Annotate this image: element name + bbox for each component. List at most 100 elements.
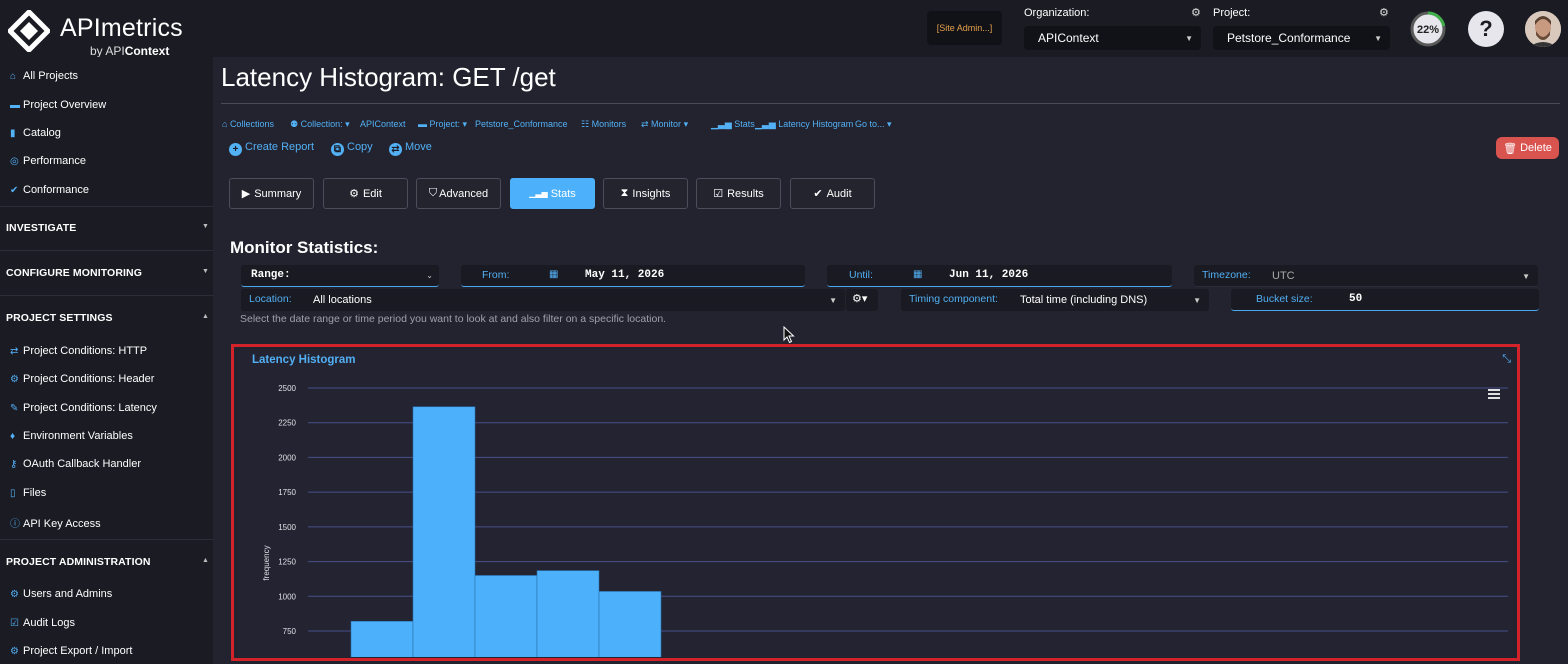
sidebar-item-users-admins[interactable]: ⚙ Users and Admins: [10, 588, 112, 600]
section-investigate[interactable]: INVESTIGATE ▼: [6, 222, 209, 234]
histogram-bar[interactable]: [412, 406, 476, 657]
organization-gear-icon[interactable]: ⚙: [1191, 6, 1201, 19]
latency-histogram-panel: Latency Histogram ⤡ 750 1000 1250 1500 1750 2…: [231, 344, 1520, 661]
y-tick-label: 1000: [278, 592, 296, 601]
chevron-up-icon: ▲: [201, 313, 209, 320]
histogram-bar[interactable]: [536, 570, 600, 657]
tab-edit[interactable]: ⚙ Edit: [323, 178, 408, 209]
gear-icon: ⚙: [10, 589, 19, 600]
organization-value: APIContext: [1038, 31, 1099, 45]
range-select[interactable]: Range: ⌄: [241, 265, 439, 287]
breadcrumb-stats[interactable]: ▁▃▅ Stats: [711, 119, 755, 130]
histogram-bar[interactable]: [598, 591, 662, 657]
until-value: Jun 11, 2026: [949, 269, 1029, 281]
mouse-cursor-icon: [783, 326, 795, 344]
sidebar-item-audit-logs[interactable]: ☑ Audit Logs: [10, 617, 75, 629]
create-report-button[interactable]: + Create Report: [229, 141, 314, 156]
timing-component-value: Total time (including DNS): [1020, 294, 1148, 306]
breadcrumb-goto[interactable]: Go to... ▾: [855, 119, 892, 130]
sidebar-item-environment-variables[interactable]: ♦ Environment Variables: [10, 430, 133, 442]
chart-menu-icon[interactable]: [1488, 389, 1500, 399]
logo-subtitle: by APIContext: [90, 44, 170, 58]
project-value: Petstore_Conformance: [1227, 31, 1351, 45]
sidebar-item-conditions-http[interactable]: ⇄ Project Conditions: HTTP: [10, 345, 147, 357]
copy-button[interactable]: ⧉ Copy: [331, 141, 373, 156]
from-field[interactable]: From: ▦ May 11, 2026: [461, 265, 805, 287]
delete-button[interactable]: 🗑 Delete: [1496, 137, 1559, 159]
location-settings-button[interactable]: ⚙▾: [846, 289, 878, 311]
calendar-icon[interactable]: ▦: [549, 269, 558, 280]
sidebar-item-performance[interactable]: ◎ Performance: [10, 155, 86, 167]
calendar-icon[interactable]: ▦: [913, 269, 922, 280]
tab-summary[interactable]: ▶ Summary: [229, 178, 314, 209]
location-select[interactable]: Location: All locations ▼: [241, 289, 845, 311]
breadcrumb-latency-histogram[interactable]: ▁▃▅ Latency Histogram: [755, 119, 853, 130]
breadcrumb-project-value[interactable]: Petstore_Conformance: [475, 119, 568, 129]
breadcrumb-collections[interactable]: ⌂ Collections: [222, 119, 274, 129]
file-icon: ▯: [10, 488, 16, 499]
timezone-value: UTC: [1272, 270, 1295, 282]
divider: [0, 539, 213, 540]
organization-label: Organization:: [1024, 7, 1090, 19]
section-project-settings[interactable]: PROJECT SETTINGS ▲: [6, 312, 209, 324]
tab-results[interactable]: ☑ Results: [696, 178, 781, 209]
chevron-down-icon: ▼: [1374, 34, 1382, 43]
breadcrumb-project[interactable]: ▬ Project: ▾: [418, 119, 467, 130]
timing-component-select[interactable]: Timing component: Total time (including …: [901, 289, 1209, 311]
info-icon: ⓘ: [10, 519, 20, 530]
y-tick-label: 2250: [278, 419, 296, 428]
tab-advanced[interactable]: ⛉ Advanced: [416, 178, 501, 209]
y-tick-label: 750: [283, 627, 297, 636]
help-button[interactable]: ?: [1468, 11, 1504, 47]
sidebar-item-files[interactable]: ▯ Files: [10, 487, 46, 499]
y-tick-label: 1500: [278, 523, 296, 532]
histogram-plot: 750 1000 1250 1500 1750 2000 2250 2500 frequency: [262, 384, 1508, 657]
location-label: Location:: [249, 293, 292, 305]
range-label: Range:: [251, 269, 291, 281]
logo-title: APImetrics: [60, 14, 183, 42]
user-avatar-icon: [1525, 11, 1561, 47]
section-project-administration[interactable]: PROJECT ADMINISTRATION ▲: [6, 556, 209, 568]
histogram-bar[interactable]: [350, 620, 414, 657]
breadcrumb-collection-value[interactable]: APIContext: [360, 119, 406, 129]
gauge-text: 22%: [1417, 24, 1439, 36]
sidebar-item-catalog[interactable]: ▮ Catalog: [10, 127, 61, 139]
tab-stats[interactable]: ▁▃▅ Stats: [510, 178, 595, 209]
organization-select[interactable]: APIContext ▼: [1024, 26, 1201, 50]
sidebar-item-oauth-callback[interactable]: ⚷ OAuth Callback Handler: [10, 458, 141, 470]
breadcrumb-monitor[interactable]: ⇄ Monitor ▾: [641, 119, 688, 130]
chevron-down-icon: ▼: [201, 268, 209, 275]
sidebar-item-all-projects[interactable]: ⌂ All Projects: [10, 70, 78, 82]
tab-audit[interactable]: ✔ Audit: [790, 178, 875, 209]
move-button[interactable]: ⇄ Move: [389, 141, 432, 156]
sidebar-item-conformance[interactable]: ✔ Conformance: [10, 184, 89, 196]
tab-insights[interactable]: ⧗ Insights: [603, 178, 688, 209]
move-icon: ⇄: [389, 143, 402, 156]
bucket-size-label: Bucket size:: [1256, 293, 1313, 305]
bucket-size-value[interactable]: 50: [1349, 293, 1362, 305]
sidebar-item-api-key-access[interactable]: ⓘ API Key Access: [10, 515, 101, 530]
divider: [0, 250, 213, 251]
usage-gauge[interactable]: 22%: [1410, 11, 1446, 47]
section-configure-monitoring[interactable]: CONFIGURE MONITORING ▼: [6, 267, 209, 279]
bucket-size-field[interactable]: Bucket size: 50: [1231, 289, 1539, 311]
apimetrics-logo[interactable]: APImetrics by APIContext: [8, 8, 208, 58]
exchange-icon: ⇄: [10, 346, 19, 357]
histogram-bar[interactable]: [474, 575, 538, 657]
until-field[interactable]: Until: ▦ Jun 11, 2026: [827, 265, 1172, 287]
site-admin-button[interactable]: [Site Admin...]: [927, 11, 1002, 45]
breadcrumb-monitors[interactable]: ☷ Monitors: [581, 119, 626, 130]
project-gear-icon[interactable]: ⚙: [1379, 6, 1389, 19]
project-label: Project:: [1213, 7, 1251, 19]
sidebar-item-conditions-header[interactable]: ⚙ Project Conditions: Header: [10, 373, 154, 385]
until-label: Until:: [849, 269, 873, 281]
sidebar-item-project-overview[interactable]: ▬ Project Overview: [10, 99, 106, 111]
sidebar-item-export-import[interactable]: ⚙ Project Export / Import: [10, 645, 132, 657]
avatar[interactable]: [1525, 11, 1561, 47]
sidebar-item-conditions-latency[interactable]: ✎ Project Conditions: Latency: [10, 402, 157, 414]
chart-area: Latency Histogram ⤡ 750 1000 1250 1500 1750 2…: [238, 351, 1513, 657]
timezone-select[interactable]: Timezone: UTC ▼: [1194, 265, 1538, 287]
project-select[interactable]: Petstore_Conformance ▼: [1213, 26, 1390, 50]
breadcrumb-collection[interactable]: ⚉ Collection: ▾: [290, 119, 350, 130]
location-value: All locations: [313, 294, 372, 306]
